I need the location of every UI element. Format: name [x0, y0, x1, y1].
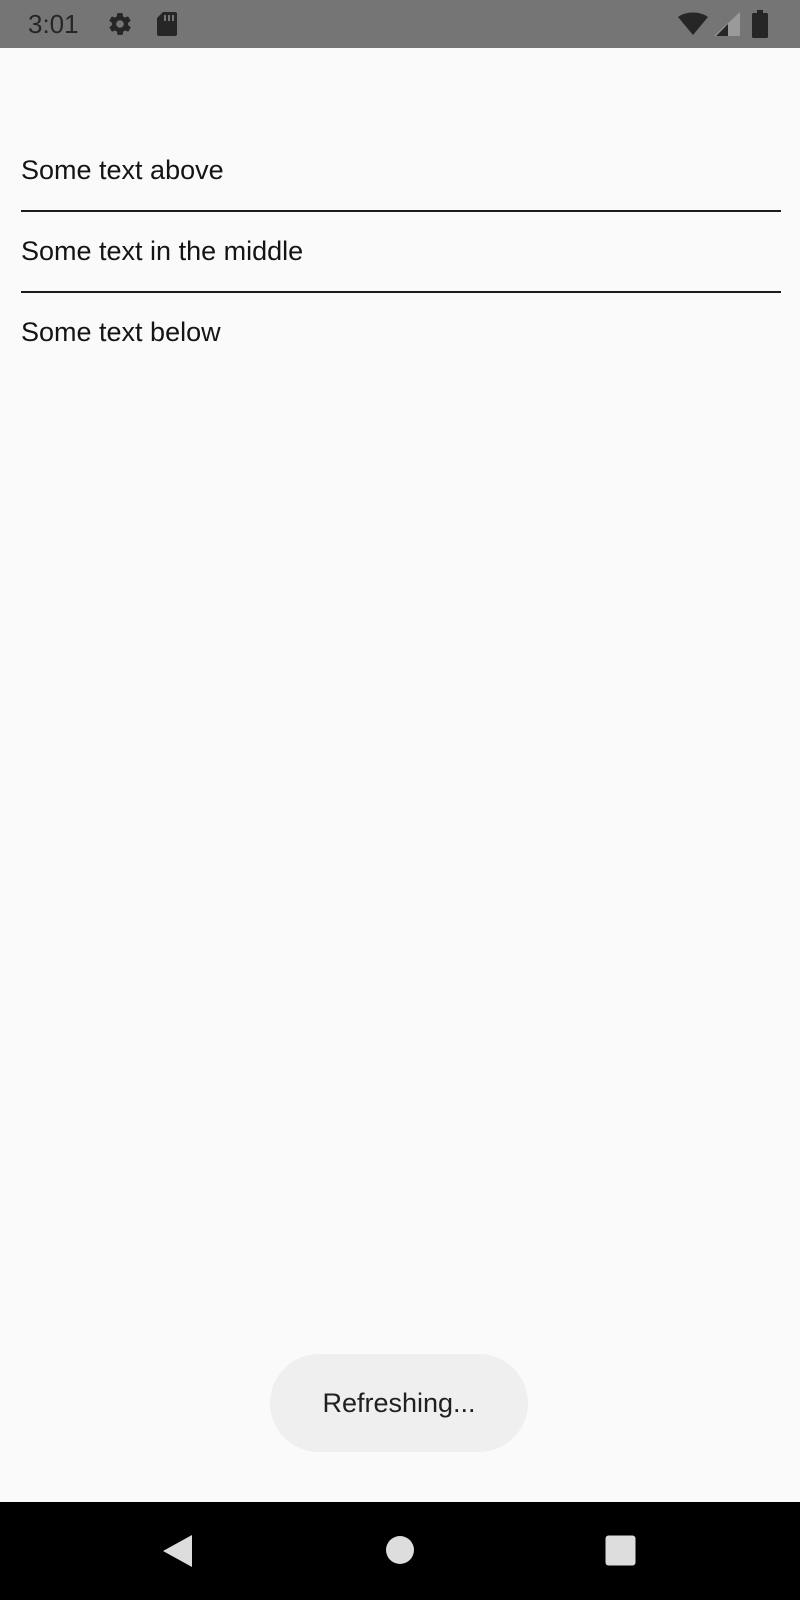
signal-icon [714, 12, 740, 36]
toast-text: Refreshing... [322, 1387, 476, 1418]
gear-icon [109, 13, 131, 35]
divider [21, 291, 781, 293]
recents-icon[interactable] [605, 1535, 636, 1566]
battery-icon [752, 10, 768, 38]
text-middle: Some text in the middle [21, 236, 304, 266]
text-above: Some text above [21, 155, 224, 185]
status-bar: 3:01 [0, 0, 800, 48]
divider [21, 210, 781, 212]
wifi-icon [678, 12, 708, 35]
refreshing-toast: Refreshing... [270, 1354, 528, 1452]
screen: 3:01 Some text above Some text in the mi… [0, 0, 800, 1600]
text-below: Some text below [21, 317, 221, 347]
status-time: 3:01 [28, 9, 79, 39]
back-icon[interactable] [160, 1533, 194, 1569]
home-icon[interactable] [385, 1535, 415, 1565]
sd-card-icon [157, 12, 177, 36]
navigation-bar [0, 1502, 800, 1600]
